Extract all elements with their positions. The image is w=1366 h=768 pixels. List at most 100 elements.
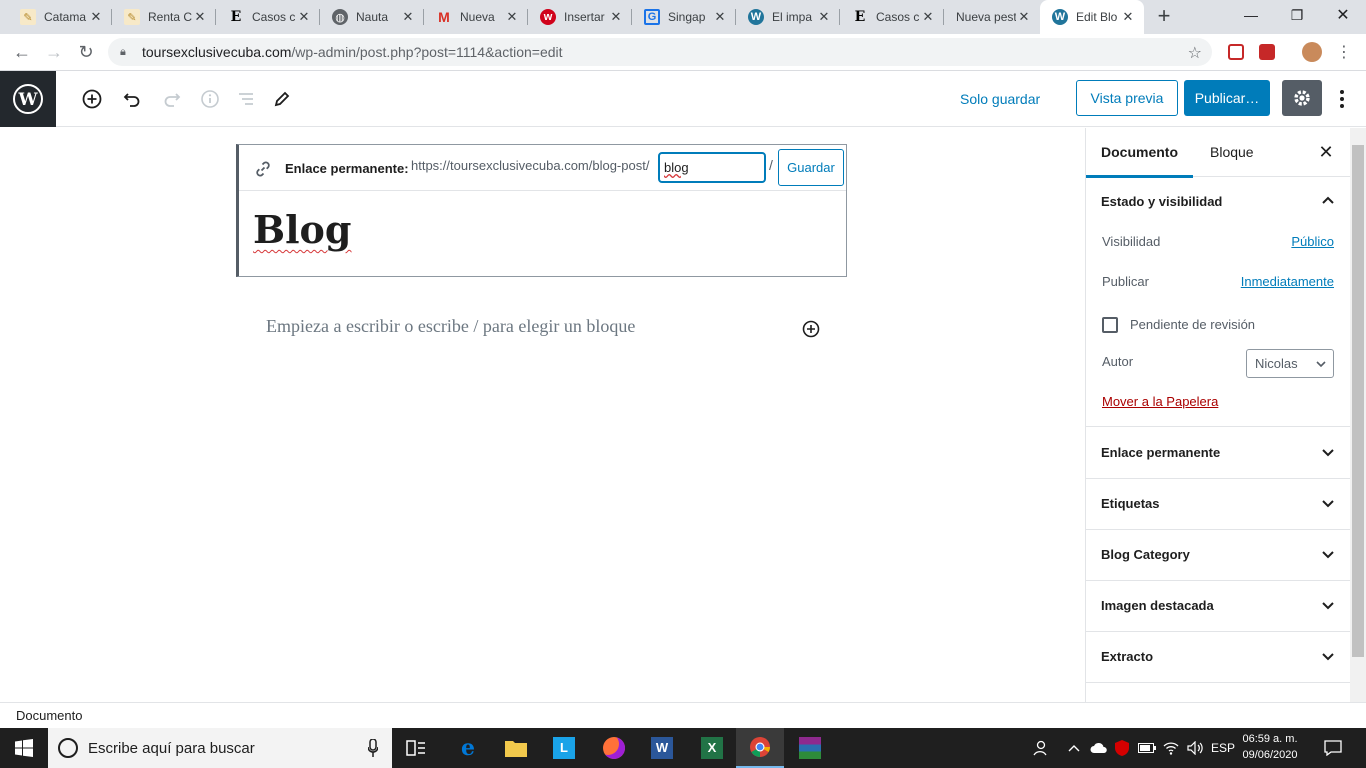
reload-icon[interactable]: ↻ bbox=[72, 38, 100, 66]
chrome-icon[interactable] bbox=[736, 728, 784, 768]
add-block-icon[interactable] bbox=[78, 85, 106, 113]
browser-tab[interactable]: Nueva pest ✕ bbox=[944, 0, 1040, 34]
post-title-block[interactable]: Enlace permanente: https://toursexclusiv… bbox=[236, 144, 847, 277]
chevron-up-icon[interactable] bbox=[1064, 728, 1084, 768]
editor-canvas[interactable]: Enlace permanente: https://toursexclusiv… bbox=[0, 128, 1085, 702]
visibility-toggle[interactable]: Público bbox=[1291, 234, 1334, 249]
close-tab-icon[interactable]: ✕ bbox=[88, 9, 104, 25]
more-options-icon[interactable] bbox=[1330, 85, 1354, 113]
browser-tab[interactable]: ✎ Catama ✕ bbox=[8, 0, 112, 34]
sidebar-scrollbar-thumb[interactable] bbox=[1352, 145, 1364, 657]
winrar-icon[interactable] bbox=[786, 728, 834, 768]
panel-title[interactable]: Estado y visibilidad bbox=[1101, 194, 1222, 209]
maximize-window-icon[interactable]: ❐ bbox=[1274, 0, 1320, 30]
taskbar-search-input[interactable]: Escribe aquí para buscar bbox=[48, 728, 392, 768]
close-tab-icon[interactable]: ✕ bbox=[608, 9, 624, 25]
windows-start-icon[interactable] bbox=[0, 728, 48, 768]
author-select[interactable]: Nicolas bbox=[1246, 349, 1334, 378]
block-placeholder[interactable]: Empieza a escribir o escribe / para eleg… bbox=[266, 316, 635, 337]
panel-excerpt[interactable]: Extracto bbox=[1086, 632, 1350, 683]
move-to-trash-link[interactable]: Mover a la Papelera bbox=[1102, 394, 1218, 409]
forward-arrow-icon[interactable]: → bbox=[40, 38, 68, 66]
system-clock[interactable]: 06:59 a. m. 09/06/2020 bbox=[1240, 731, 1300, 763]
edit-pencil-icon[interactable] bbox=[268, 85, 296, 113]
close-tab-icon[interactable]: ✕ bbox=[192, 9, 208, 25]
antivirus-shield-icon[interactable] bbox=[1112, 728, 1132, 768]
browser-tab[interactable]: M Nueva ✕ bbox=[424, 0, 528, 34]
breadcrumb[interactable]: Documento bbox=[16, 708, 82, 723]
browser-tab[interactable]: ✎ Renta C ✕ bbox=[112, 0, 216, 34]
preview-button[interactable]: Vista previa bbox=[1076, 80, 1178, 116]
permalink-slug-input[interactable]: blog bbox=[658, 152, 766, 183]
browser-tab[interactable]: E Casos c ✕ bbox=[840, 0, 944, 34]
pending-review-label[interactable]: Pendiente de revisión bbox=[1130, 317, 1255, 332]
minimize-window-icon[interactable]: — bbox=[1228, 0, 1274, 30]
profile-avatar[interactable] bbox=[1302, 42, 1322, 62]
wordpress-logo-icon[interactable]: W bbox=[0, 71, 56, 127]
bookmark-star-icon[interactable]: ☆ bbox=[1188, 43, 1202, 63]
save-draft-button[interactable]: Solo guardar bbox=[960, 87, 1040, 111]
panel-featured-image[interactable]: Imagen destacada bbox=[1086, 581, 1350, 632]
redo-icon[interactable] bbox=[158, 85, 186, 113]
info-icon[interactable] bbox=[196, 85, 224, 113]
browser-tab-strip: ✎ Catama ✕ ✎ Renta C ✕ E Casos c ✕ ◍ Nau… bbox=[0, 0, 1366, 34]
chrome-menu-icon[interactable]: ⋮ bbox=[1330, 38, 1358, 66]
volume-icon[interactable] bbox=[1184, 728, 1206, 768]
people-icon[interactable] bbox=[1028, 728, 1052, 768]
task-view-icon[interactable] bbox=[392, 728, 440, 768]
pdf-extension-icon[interactable] bbox=[1228, 44, 1244, 60]
word-icon[interactable]: W bbox=[638, 728, 686, 768]
link-icon bbox=[253, 159, 273, 179]
close-tab-icon[interactable]: ✕ bbox=[712, 9, 728, 25]
pending-review-checkbox[interactable] bbox=[1102, 317, 1118, 333]
browser-toolbar: ← → ↻ 🔒︎ toursexclusivecuba.com/wp-admin… bbox=[0, 34, 1366, 71]
address-bar[interactable]: 🔒︎ toursexclusivecuba.com/wp-admin/post.… bbox=[108, 38, 1212, 66]
gmail-icon: M bbox=[438, 9, 450, 25]
save-permalink-button[interactable]: Guardar bbox=[778, 149, 844, 186]
tab-block[interactable]: Bloque bbox=[1210, 128, 1254, 177]
edge-browser-icon[interactable]: e bbox=[444, 728, 492, 768]
close-tab-icon[interactable]: ✕ bbox=[816, 9, 832, 25]
excel-icon[interactable]: X bbox=[688, 728, 736, 768]
browser-tab-active[interactable]: W Edit Blo ✕ bbox=[1040, 0, 1144, 34]
back-arrow-icon[interactable]: ← bbox=[8, 38, 36, 66]
tab-document[interactable]: Documento bbox=[1086, 128, 1193, 178]
publish-button[interactable]: Publicar… bbox=[1184, 80, 1270, 116]
browser-tab[interactable]: W El impa ✕ bbox=[736, 0, 840, 34]
close-tab-icon[interactable]: ✕ bbox=[504, 9, 520, 25]
battery-icon[interactable] bbox=[1136, 728, 1158, 768]
shield-extension-icon[interactable] bbox=[1259, 44, 1275, 60]
undo-icon[interactable] bbox=[118, 85, 146, 113]
panel-tags[interactable]: Etiquetas bbox=[1086, 479, 1350, 530]
taskbar-search-placeholder: Escribe aquí para buscar bbox=[88, 739, 255, 757]
chevron-up-icon[interactable] bbox=[1320, 193, 1336, 209]
onedrive-cloud-icon[interactable] bbox=[1088, 728, 1110, 768]
browser-tab[interactable]: w Insertar ✕ bbox=[528, 0, 632, 34]
inline-add-block-icon[interactable] bbox=[801, 319, 821, 339]
browser-tab[interactable]: G Singap ✕ bbox=[632, 0, 736, 34]
block-navigation-icon[interactable] bbox=[232, 85, 260, 113]
l-app-icon[interactable]: L bbox=[540, 728, 588, 768]
notifications-icon[interactable] bbox=[1316, 728, 1350, 768]
close-tab-icon[interactable]: ✕ bbox=[1120, 9, 1136, 25]
close-tab-icon[interactable]: ✕ bbox=[1016, 9, 1032, 25]
close-tab-icon[interactable]: ✕ bbox=[296, 9, 312, 25]
close-window-icon[interactable]: ✕ bbox=[1320, 0, 1366, 30]
browser-tab[interactable]: ◍ Nauta ✕ bbox=[320, 0, 424, 34]
panel-status-visibility: Estado y visibilidad Visibilidad Público… bbox=[1086, 177, 1350, 427]
file-explorer-icon[interactable] bbox=[492, 728, 540, 768]
settings-gear-icon[interactable] bbox=[1282, 80, 1322, 116]
panel-blog-category[interactable]: Blog Category bbox=[1086, 530, 1350, 581]
publish-date-toggle[interactable]: Inmediatamente bbox=[1241, 274, 1334, 289]
browser-tab[interactable]: E Casos c ✕ bbox=[216, 0, 320, 34]
close-tab-icon[interactable]: ✕ bbox=[920, 9, 936, 25]
post-title[interactable]: Blog bbox=[253, 207, 351, 252]
panel-permalink[interactable]: Enlace permanente bbox=[1086, 428, 1350, 479]
new-tab-button[interactable]: + bbox=[1152, 5, 1176, 29]
close-tab-icon[interactable]: ✕ bbox=[400, 9, 416, 25]
wifi-icon[interactable] bbox=[1160, 728, 1182, 768]
firefox-icon[interactable] bbox=[590, 728, 638, 768]
input-language-indicator[interactable]: ESP bbox=[1208, 728, 1238, 768]
close-sidebar-icon[interactable]: ✕ bbox=[1316, 142, 1336, 162]
microphone-icon[interactable] bbox=[367, 738, 379, 757]
